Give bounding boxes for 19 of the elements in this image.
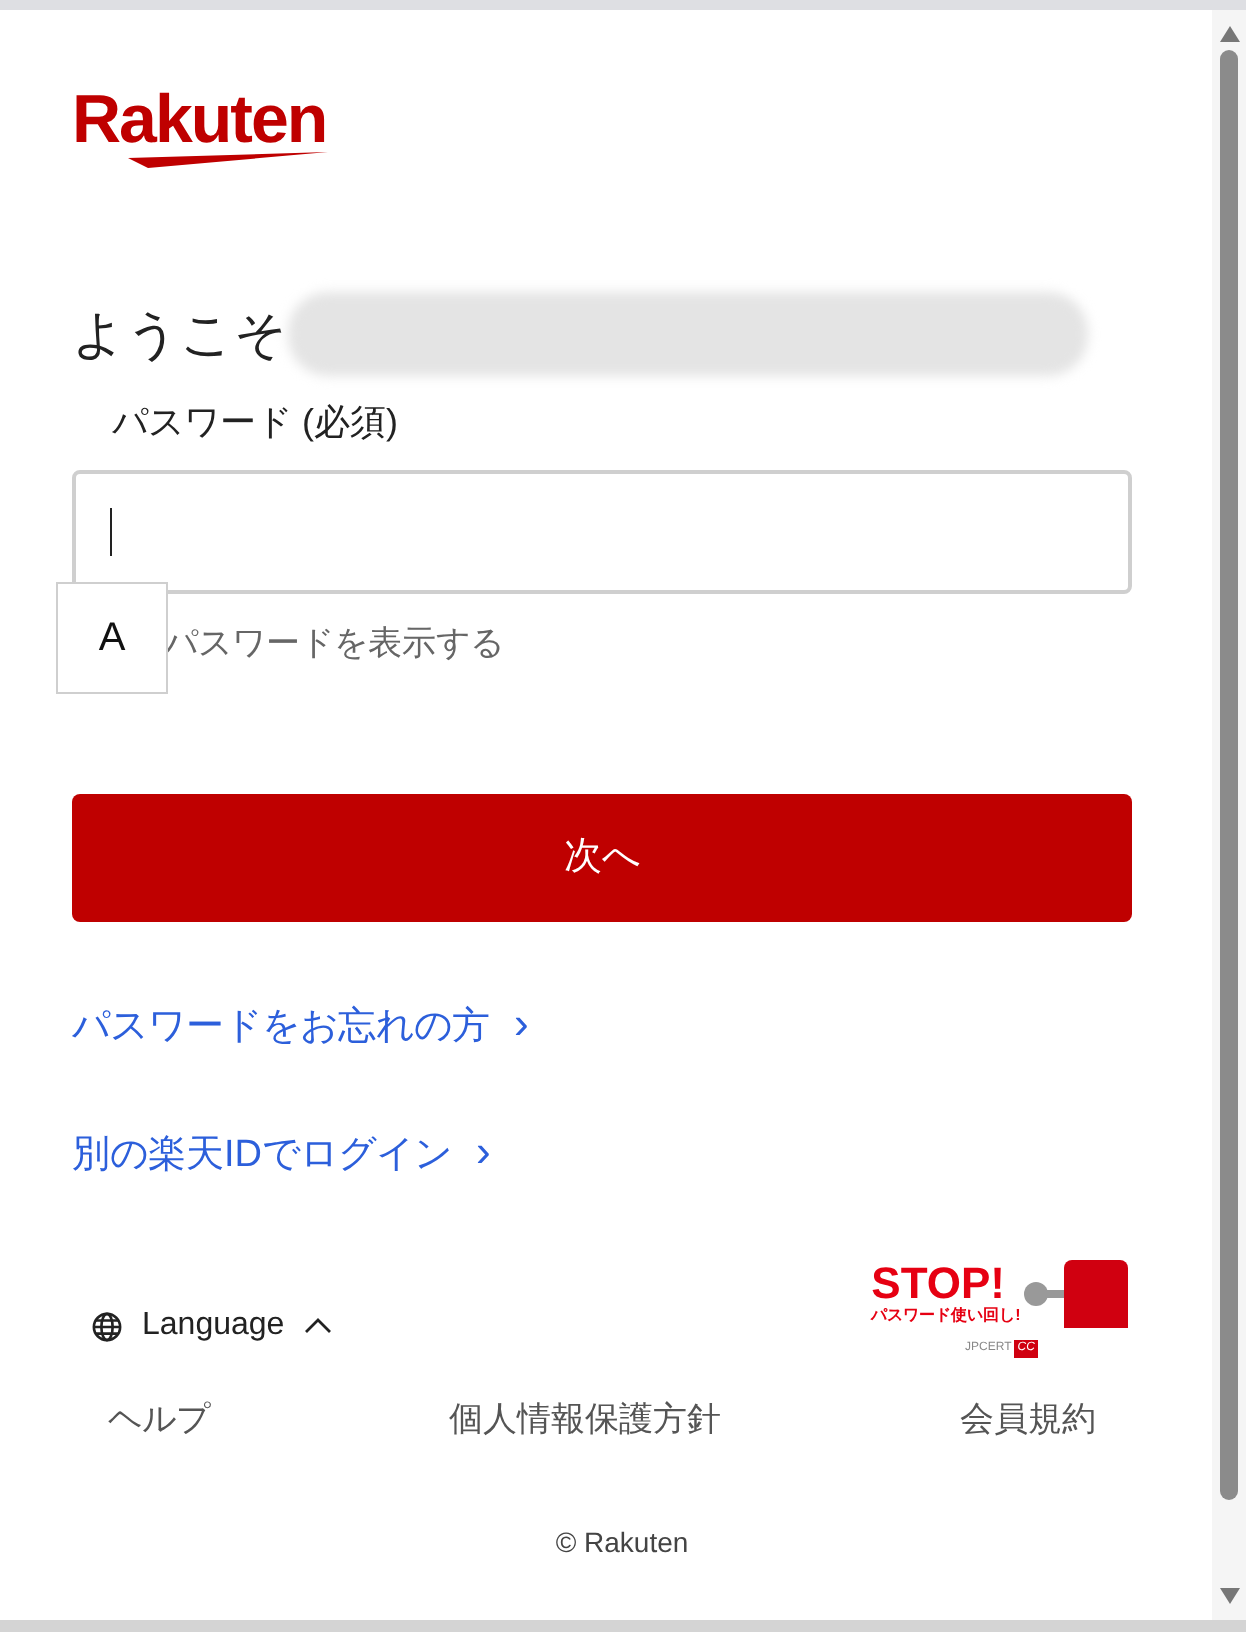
password-field[interactable] — [72, 470, 1132, 594]
next-button[interactable]: 次へ — [72, 794, 1132, 922]
footer-link[interactable]: ヘルプ — [108, 1394, 210, 1445]
text-link[interactable]: パスワードをお忘れの方 › — [72, 990, 1132, 1057]
globe-icon — [92, 1311, 122, 1341]
footer-link[interactable]: 会員規約 — [960, 1394, 1096, 1445]
scroll-up-arrow-icon[interactable] — [1219, 26, 1239, 42]
scroll-down-arrow-icon[interactable] — [1219, 1588, 1239, 1604]
password-label: パスワード (必須) — [112, 400, 400, 446]
ime-indicator: A — [56, 582, 168, 694]
logo: Rakuten — [72, 86, 327, 154]
text-link[interactable]: 別の楽天IDでログイン › — [72, 1117, 1132, 1184]
greeting: ようこそ — [72, 301, 288, 367]
copyright: © Rakuten — [555, 1523, 689, 1561]
footer-link[interactable]: 個人情報保護方針 — [449, 1394, 721, 1445]
language-selector[interactable]: Language — [92, 1302, 333, 1350]
key-lock-icon — [1020, 1260, 1133, 1328]
scrollbar[interactable] — [1212, 10, 1246, 1620]
logo-swoosh-icon — [128, 152, 328, 168]
